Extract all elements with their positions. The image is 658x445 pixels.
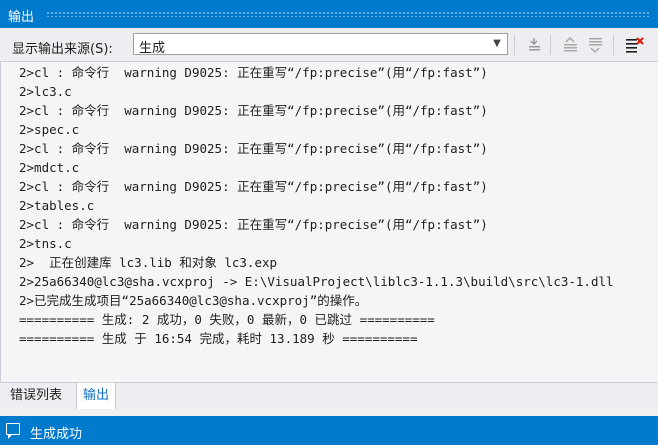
clear-all-icon[interactable]: [623, 35, 645, 55]
output-toolbar: 显示输出来源(S): 生成 ▼: [0, 28, 658, 62]
output-panel-title-bar[interactable]: 输出: [0, 0, 658, 28]
status-bar: 生成成功: [0, 416, 658, 445]
comment-icon: [6, 423, 20, 439]
tool-window-tabs: 错误列表 输出: [0, 382, 658, 409]
previous-message-icon[interactable]: [559, 35, 581, 55]
output-source-dropdown[interactable]: 生成 ▼: [133, 33, 508, 56]
output-line: 2>cl : 命令行 warning D9025: 正在重写“/fp:preci…: [19, 65, 488, 80]
output-line: 2>cl : 命令行 warning D9025: 正在重写“/fp:preci…: [19, 141, 488, 156]
status-text: 生成成功: [30, 427, 83, 442]
output-line: 2>mdct.c: [19, 160, 80, 175]
panel-title: 输出: [8, 10, 35, 25]
output-line: 2>25a66340@lc3@sha.vcxproj -> E:\VisualP…: [19, 274, 614, 289]
find-message-icon[interactable]: [523, 35, 545, 55]
output-line: 2>spec.c: [19, 122, 80, 137]
output-source-value: 生成: [139, 41, 166, 56]
output-line: ========== 生成 于 16:54 完成，耗时 13.189 秒 ===…: [19, 331, 418, 346]
tab-error-list[interactable]: 错误列表: [4, 383, 68, 409]
show-output-from-label: 显示输出来源(S):: [12, 42, 113, 57]
output-line: 2>cl : 命令行 warning D9025: 正在重写“/fp:preci…: [19, 217, 488, 232]
output-text-area[interactable]: 2>cl : 命令行 warning D9025: 正在重写“/fp:preci…: [0, 62, 658, 382]
output-line: 2>cl : 命令行 warning D9025: 正在重写“/fp:preci…: [19, 179, 488, 194]
tab-output[interactable]: 输出: [76, 383, 117, 409]
output-line: 2> 正在创建库 lc3.lib 和对象 lc3.exp: [19, 255, 278, 270]
output-line: 2>tns.c: [19, 236, 72, 251]
next-message-icon[interactable]: [584, 35, 606, 55]
chevron-down-icon[interactable]: ▼: [490, 37, 504, 51]
panel-drag-grip[interactable]: [46, 11, 650, 17]
output-line: 2>cl : 命令行 warning D9025: 正在重写“/fp:preci…: [19, 103, 488, 118]
toolbar-separator: [550, 35, 551, 55]
output-line: 2>tables.c: [19, 198, 95, 213]
toolbar-separator: [613, 35, 614, 55]
toolbar-separator: [514, 35, 515, 55]
output-line: 2>lc3.c: [19, 84, 72, 99]
output-line: 2>已完成生成项目“25a66340@lc3@sha.vcxproj”的操作。: [19, 293, 368, 308]
output-line: ========== 生成: 2 成功，0 失败，0 最新，0 已跳过 ====…: [19, 312, 435, 327]
